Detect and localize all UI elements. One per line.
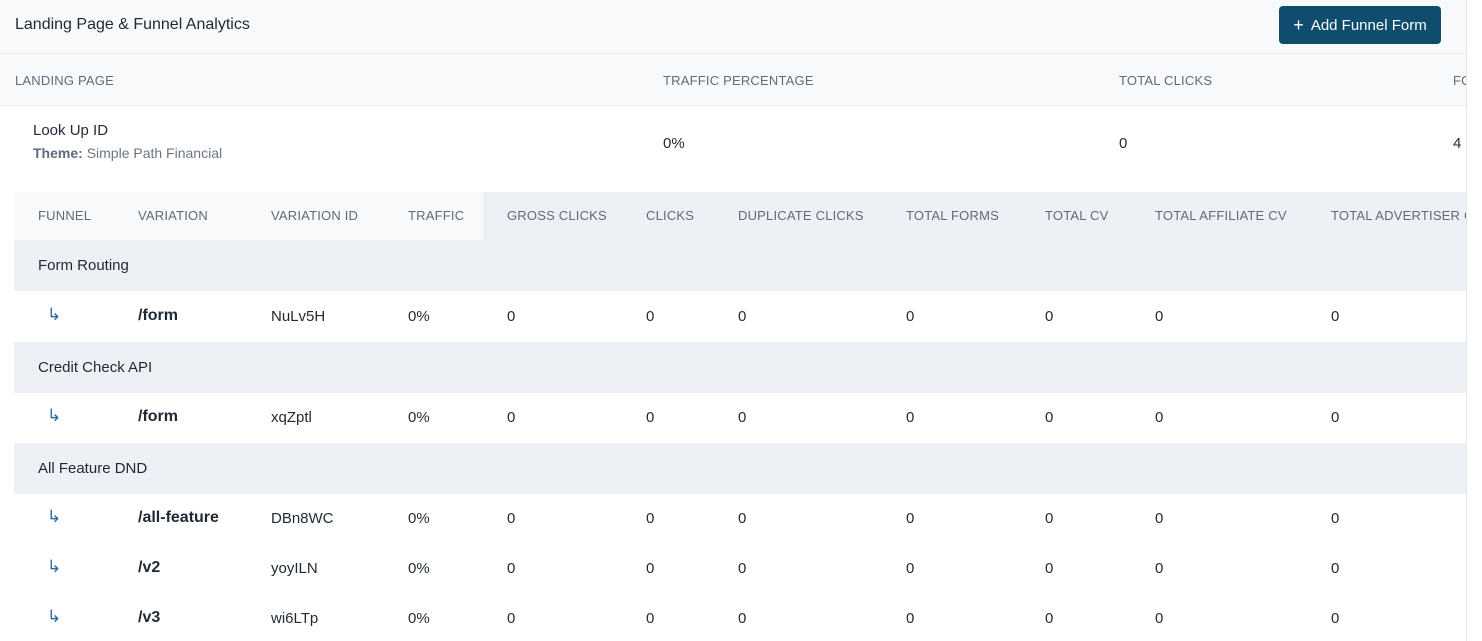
gross-clicks-value: 0 xyxy=(507,560,516,577)
plus-icon: + xyxy=(1293,15,1304,35)
variation-path[interactable]: /form xyxy=(138,307,178,325)
total-affiliate-cv-value: 0 xyxy=(1155,409,1164,426)
landing-page-row[interactable]: Look Up ID Theme: Simple Path Financial … xyxy=(0,106,1466,192)
clicks-value: 0 xyxy=(646,308,655,325)
variation-id: xqZptl xyxy=(271,409,312,426)
gross-clicks-value: 0 xyxy=(507,510,516,527)
total-forms-value: 0 xyxy=(906,610,915,627)
total-forms-value: 0 xyxy=(906,308,915,325)
sub-row-arrow-icon: ↳ xyxy=(47,406,62,425)
panel-header: Landing Page & Funnel Analytics + Add Fu… xyxy=(0,0,1466,54)
table-row[interactable]: ↳ /all-feature DBn8WC 0% 0 0 0 0 0 0 0 xyxy=(14,494,1466,544)
gross-clicks-value: 0 xyxy=(507,610,516,627)
gross-clicks-value: 0 xyxy=(507,409,516,426)
sub-row-arrow-icon: ↳ xyxy=(47,557,62,576)
total-advertiser-cv-value: 0 xyxy=(1331,409,1340,426)
total-forms-value: 0 xyxy=(906,560,915,577)
sub-row-arrow-icon: ↳ xyxy=(47,305,62,324)
col-fo[interactable]: FO xyxy=(1453,73,1466,88)
total-advertiser-cv-value: 0 xyxy=(1331,610,1340,627)
total-forms-value: 0 xyxy=(906,409,915,426)
col-variation[interactable]: VARIATION xyxy=(138,208,208,223)
clicks-value: 0 xyxy=(646,510,655,527)
sub-row-arrow-icon: ↳ xyxy=(47,507,62,526)
add-funnel-form-button[interactable]: + Add Funnel Form xyxy=(1279,6,1441,44)
sub-row-arrow-icon: ↳ xyxy=(47,607,62,626)
clicks-value: 0 xyxy=(646,409,655,426)
vertical-scrollbar[interactable] xyxy=(1466,0,1482,641)
total-advertiser-cv-value: 0 xyxy=(1331,510,1340,527)
clicks-value: 0 xyxy=(646,610,655,627)
duplicate-clicks-value: 0 xyxy=(738,560,747,577)
total-cv-value: 0 xyxy=(1045,409,1054,426)
col-traffic[interactable]: TRAFFIC xyxy=(408,208,464,223)
traffic-percentage-value: 0% xyxy=(663,135,685,152)
col-landing-page[interactable]: LANDING PAGE xyxy=(15,73,114,88)
total-affiliate-cv-value: 0 xyxy=(1155,510,1164,527)
duplicate-clicks-value: 0 xyxy=(738,409,747,426)
total-affiliate-cv-value: 0 xyxy=(1155,308,1164,325)
duplicate-clicks-value: 0 xyxy=(738,510,747,527)
landing-page-name: Look Up ID xyxy=(33,122,109,139)
table-row[interactable]: ↳ /v3 wi6LTp 0% 0 0 0 0 0 0 0 xyxy=(14,594,1466,641)
col-total-clicks[interactable]: TOTAL CLICKS xyxy=(1119,73,1212,88)
funnel-table-header: FUNNEL VARIATION VARIATION ID TRAFFIC GR… xyxy=(14,192,1466,240)
variation-path[interactable]: /form xyxy=(138,408,178,426)
funnel-group-name: All Feature DND xyxy=(38,460,148,477)
total-affiliate-cv-value: 0 xyxy=(1155,610,1164,627)
total-cv-value: 0 xyxy=(1045,308,1054,325)
variation-path[interactable]: /all-feature xyxy=(138,509,219,527)
total-affiliate-cv-value: 0 xyxy=(1155,560,1164,577)
fo-value: 4 xyxy=(1453,135,1462,152)
funnel-group-row[interactable]: Form Routing xyxy=(14,240,1466,291)
col-gross-clicks[interactable]: GROSS CLICKS xyxy=(507,208,607,223)
traffic-value: 0% xyxy=(408,308,430,325)
traffic-value: 0% xyxy=(408,610,430,627)
table-row[interactable]: ↳ /form xqZptl 0% 0 0 0 0 0 0 0 xyxy=(14,393,1466,443)
col-clicks[interactable]: CLICKS xyxy=(646,208,694,223)
duplicate-clicks-value: 0 xyxy=(738,610,747,627)
funnel-group-name: Form Routing xyxy=(38,257,129,274)
variation-id: wi6LTp xyxy=(271,610,319,627)
variation-id: NuLv5H xyxy=(271,308,326,325)
funnel-analytics-panel: Landing Page & Funnel Analytics + Add Fu… xyxy=(0,0,1466,641)
variation-id: DBn8WC xyxy=(271,510,334,527)
theme-label: Theme: xyxy=(33,145,83,161)
total-cv-value: 0 xyxy=(1045,510,1054,527)
funnel-group-row[interactable]: Credit Check API xyxy=(14,342,1466,393)
total-cv-value: 0 xyxy=(1045,610,1054,627)
col-variation-id[interactable]: VARIATION ID xyxy=(271,208,358,223)
table-row[interactable]: ↳ /v2 yoyILN 0% 0 0 0 0 0 0 0 xyxy=(14,544,1466,594)
traffic-value: 0% xyxy=(408,409,430,426)
funnel-group-name: Credit Check API xyxy=(38,359,153,376)
total-cv-value: 0 xyxy=(1045,560,1054,577)
col-traffic-percentage[interactable]: TRAFFIC PERCENTAGE xyxy=(663,73,814,88)
landing-page-theme: Theme: Simple Path Financial xyxy=(33,145,222,161)
col-total-advertiser-cv[interactable]: TOTAL ADVERTISER C xyxy=(1331,208,1466,223)
clicks-value: 0 xyxy=(646,560,655,577)
funnel-group-row[interactable]: All Feature DND xyxy=(14,443,1466,494)
variation-id: yoyILN xyxy=(271,560,318,577)
table-row[interactable]: ↳ /form NuLv5H 0% 0 0 0 0 0 0 0 xyxy=(14,292,1466,342)
col-total-forms[interactable]: TOTAL FORMS xyxy=(906,208,999,223)
col-total-affiliate-cv[interactable]: TOTAL AFFILIATE CV xyxy=(1155,208,1287,223)
page-title: Landing Page & Funnel Analytics xyxy=(15,16,250,33)
theme-value: Simple Path Financial xyxy=(86,145,223,161)
total-forms-value: 0 xyxy=(906,510,915,527)
traffic-value: 0% xyxy=(408,510,430,527)
landing-table-header: LANDING PAGE TRAFFIC PERCENTAGE TOTAL CL… xyxy=(0,55,1466,106)
col-total-cv[interactable]: TOTAL CV xyxy=(1045,208,1108,223)
total-advertiser-cv-value: 0 xyxy=(1331,308,1340,325)
gross-clicks-value: 0 xyxy=(507,308,516,325)
add-funnel-form-label: Add Funnel Form xyxy=(1310,16,1427,34)
duplicate-clicks-value: 0 xyxy=(738,308,747,325)
col-duplicate-clicks[interactable]: DUPLICATE CLICKS xyxy=(738,208,864,223)
total-advertiser-cv-value: 0 xyxy=(1331,560,1340,577)
variation-path[interactable]: /v3 xyxy=(138,609,160,627)
traffic-value: 0% xyxy=(408,560,430,577)
variation-path[interactable]: /v2 xyxy=(138,559,160,577)
col-funnel[interactable]: FUNNEL xyxy=(38,208,91,223)
total-clicks-value: 0 xyxy=(1119,135,1128,152)
